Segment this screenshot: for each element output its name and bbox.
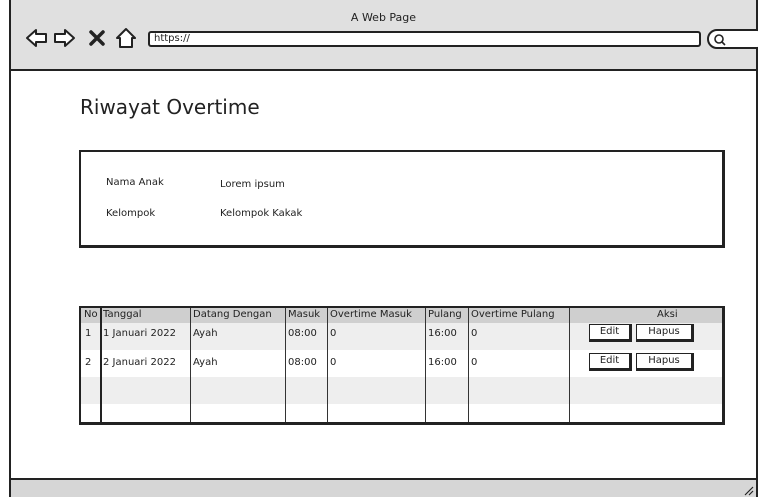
name-value: Lorem ipsum bbox=[220, 179, 285, 190]
cell-overtime-pulang: 0 bbox=[471, 328, 478, 339]
column-header-tanggal: Tanggal bbox=[103, 309, 142, 320]
column-divider bbox=[327, 308, 328, 422]
edit-button[interactable]: Edit bbox=[589, 324, 632, 342]
cell-pulang: 16:00 bbox=[428, 357, 457, 368]
column-divider bbox=[569, 308, 570, 422]
forward-arrow-icon[interactable] bbox=[52, 26, 76, 50]
cell-masuk: 08:00 bbox=[288, 328, 317, 339]
url-input[interactable]: https:// bbox=[148, 31, 701, 47]
cell-overtime-masuk: 0 bbox=[330, 328, 337, 339]
column-divider bbox=[100, 308, 102, 422]
cell-overtime-masuk: 0 bbox=[330, 357, 337, 368]
search-icon bbox=[714, 34, 726, 46]
browser-status-bar bbox=[11, 478, 756, 497]
child-info-panel: Nama Anak Lorem ipsum Kelompok Kelompok … bbox=[79, 150, 725, 248]
column-header-no: No bbox=[84, 309, 98, 320]
cell-masuk: 08:00 bbox=[288, 357, 317, 368]
page-title: Riwayat Overtime bbox=[80, 95, 260, 119]
cell-pulang: 16:00 bbox=[428, 328, 457, 339]
cell-overtime-pulang: 0 bbox=[471, 357, 478, 368]
cell-tanggal: 1 Januari 2022 bbox=[103, 328, 176, 339]
group-value: Kelompok Kakak bbox=[220, 208, 303, 219]
delete-button[interactable]: Hapus bbox=[636, 324, 694, 342]
cell-no: 2 bbox=[85, 357, 92, 368]
window-title: A Web Page bbox=[350, 11, 417, 24]
table-row-empty bbox=[81, 377, 722, 404]
column-header-pulang: Pulang bbox=[428, 309, 462, 320]
overtime-table: No Tanggal Datang Dengan Masuk Overtime … bbox=[79, 306, 725, 425]
search-button[interactable] bbox=[707, 29, 758, 49]
delete-button[interactable]: Hapus bbox=[636, 353, 694, 371]
group-label: Kelompok bbox=[106, 208, 156, 219]
cell-datang-dengan: Ayah bbox=[193, 328, 218, 339]
column-header-aksi: Aksi bbox=[657, 309, 678, 320]
column-divider bbox=[190, 308, 191, 422]
back-arrow-icon[interactable] bbox=[25, 26, 49, 50]
name-label: Nama Anak bbox=[106, 177, 164, 188]
resize-handle-icon[interactable] bbox=[742, 484, 754, 496]
cell-no: 1 bbox=[85, 328, 92, 339]
column-header-overtime-masuk: Overtime Masuk bbox=[330, 309, 412, 320]
cell-datang-dengan: Ayah bbox=[193, 357, 218, 368]
home-icon[interactable] bbox=[114, 26, 138, 50]
column-divider bbox=[285, 308, 286, 422]
cell-tanggal: 2 Januari 2022 bbox=[103, 357, 176, 368]
browser-window: A Web Page https:// Riwayat Overtime Nam… bbox=[9, 0, 758, 497]
column-divider bbox=[425, 308, 426, 422]
browser-toolbar: A Web Page https:// bbox=[11, 0, 758, 71]
column-header-datang-dengan: Datang Dengan bbox=[193, 309, 272, 320]
column-header-overtime-pulang: Overtime Pulang bbox=[471, 309, 555, 320]
close-icon[interactable] bbox=[85, 26, 109, 50]
column-divider bbox=[468, 308, 469, 422]
edit-button[interactable]: Edit bbox=[589, 353, 632, 371]
table-row-empty bbox=[81, 404, 722, 422]
column-header-masuk: Masuk bbox=[288, 309, 321, 320]
